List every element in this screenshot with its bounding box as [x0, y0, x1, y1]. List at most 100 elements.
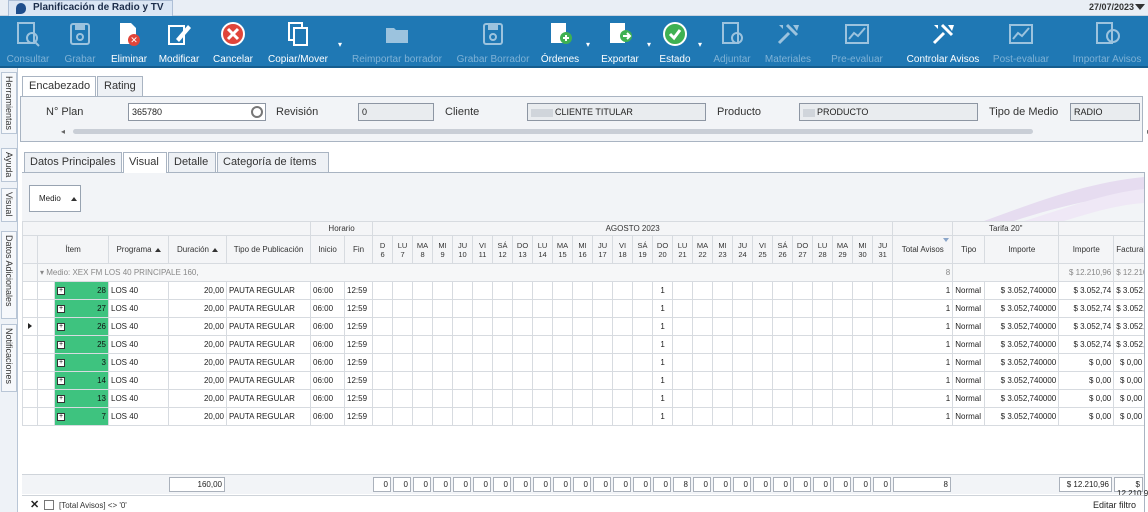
day-cell[interactable]	[632, 299, 654, 318]
duracion-cell[interactable]: 20,00	[168, 299, 227, 318]
day-cell[interactable]	[812, 407, 834, 426]
day-cell[interactable]	[792, 353, 814, 372]
day-cell[interactable]	[512, 335, 534, 354]
item-cell[interactable]: +28	[54, 281, 109, 300]
day-cell[interactable]	[852, 317, 874, 336]
day-cell[interactable]	[852, 371, 874, 390]
day-cell[interactable]	[872, 389, 894, 408]
day-cell[interactable]	[792, 335, 814, 354]
item-cell[interactable]: +25	[54, 335, 109, 354]
day-cell[interactable]	[552, 407, 574, 426]
scroll-left-icon[interactable]: ◂	[61, 127, 65, 136]
dropdown-arrow-icon[interactable]: ▾	[647, 40, 651, 49]
day-cell[interactable]	[452, 281, 474, 300]
day-cell[interactable]	[592, 371, 614, 390]
modificar-button[interactable]: Modificar	[155, 16, 203, 68]
day-cell[interactable]	[452, 317, 474, 336]
day-cell[interactable]	[712, 335, 734, 354]
tab-encabezado[interactable]: Encabezado	[22, 76, 96, 98]
row-indicator[interactable]	[22, 353, 38, 372]
row-indicator[interactable]	[22, 407, 38, 426]
day-cell[interactable]	[372, 353, 394, 372]
day-cell[interactable]	[712, 317, 734, 336]
day-cell[interactable]	[612, 299, 634, 318]
day-cell[interactable]	[492, 407, 514, 426]
day-cell[interactable]	[772, 281, 794, 300]
day-cell[interactable]	[632, 317, 654, 336]
fin-cell[interactable]: 12:59	[344, 335, 374, 354]
day-cell[interactable]	[612, 353, 634, 372]
day-cell[interactable]	[412, 353, 434, 372]
table-row[interactable]: +14 LOS 40 20,00 PAUTA REGULAR 06:00 12:59 1 1 N…	[22, 371, 1144, 390]
item-cell[interactable]: +27	[54, 299, 109, 318]
day-cell[interactable]	[512, 407, 534, 426]
table-row[interactable]: +25 LOS 40 20,00 PAUTA REGULAR 06:00 12:59 1 1 N…	[22, 335, 1144, 354]
side-tab-visual[interactable]: Visual	[1, 188, 17, 222]
tipo-cell[interactable]: Normal	[952, 389, 986, 408]
day-cell[interactable]	[852, 299, 874, 318]
day-cell[interactable]	[852, 407, 874, 426]
filter-enable-checkbox[interactable]	[44, 500, 54, 510]
day-cell[interactable]: 1	[652, 335, 674, 354]
day-cell[interactable]	[832, 353, 854, 372]
item-cell[interactable]: +7	[54, 407, 109, 426]
tipo-cell[interactable]: Normal	[952, 335, 986, 354]
duracion-cell[interactable]: 20,00	[168, 389, 227, 408]
column-header-item[interactable]: Ítem	[37, 235, 109, 264]
tipo-publicacion-cell[interactable]: PAUTA REGULAR	[225, 281, 312, 300]
column-header-fin[interactable]: Fin	[344, 235, 374, 264]
importe-tarifa-cell[interactable]: $ 3.052,740000	[984, 299, 1060, 318]
day-cell[interactable]	[572, 407, 594, 426]
item-cell[interactable]: +26	[54, 317, 109, 336]
day-cell[interactable]	[772, 389, 794, 408]
duracion-cell[interactable]: 20,00	[168, 335, 227, 354]
day-cell[interactable]	[492, 281, 514, 300]
day-cell[interactable]	[692, 335, 714, 354]
day-cell[interactable]	[792, 407, 814, 426]
column-header-day[interactable]: DO 13	[512, 235, 534, 264]
day-cell[interactable]: 1	[652, 389, 674, 408]
edit-filter-link[interactable]: Editar filtro	[1093, 500, 1136, 510]
day-cell[interactable]	[792, 317, 814, 336]
day-cell[interactable]	[432, 317, 454, 336]
day-cell[interactable]	[812, 281, 834, 300]
tab-categoria-items[interactable]: Categoría de ítems	[217, 152, 329, 172]
inicio-cell[interactable]: 06:00	[310, 335, 346, 354]
facturable-cell[interactable]: $ 0,00	[1113, 371, 1144, 390]
pre-evaluar-button[interactable]: Pre-evaluar	[827, 16, 887, 68]
materiales-button[interactable]: Materiales	[760, 16, 816, 68]
day-cell[interactable]	[552, 353, 574, 372]
cancelar-button[interactable]: Cancelar	[210, 16, 256, 68]
day-cell[interactable]	[512, 281, 534, 300]
day-cell[interactable]	[492, 299, 514, 318]
day-cell[interactable]	[852, 353, 874, 372]
day-cell[interactable]	[772, 317, 794, 336]
column-header-importe-tarifa[interactable]: Importe	[984, 235, 1060, 264]
day-cell[interactable]	[452, 407, 474, 426]
day-cell[interactable]: 1	[652, 281, 674, 300]
importe-cell[interactable]: $ 0,00	[1058, 407, 1115, 426]
day-cell[interactable]	[672, 353, 694, 372]
day-cell[interactable]	[872, 335, 894, 354]
day-cell[interactable]	[752, 389, 774, 408]
day-cell[interactable]	[632, 281, 654, 300]
importe-cell[interactable]: $ 3.052,74	[1058, 335, 1115, 354]
expand-row-icon[interactable]: +	[57, 377, 65, 385]
table-row[interactable]: +3 LOS 40 20,00 PAUTA REGULAR 06:00 12:59 1 1 No…	[22, 353, 1144, 372]
group-chip-medio[interactable]: Medio	[29, 185, 81, 212]
day-cell[interactable]	[772, 407, 794, 426]
day-cell[interactable]	[752, 299, 774, 318]
day-cell[interactable]	[712, 371, 734, 390]
day-cell[interactable]	[452, 335, 474, 354]
expand-row-icon[interactable]: +	[57, 395, 65, 403]
column-header-day[interactable]: LU 21	[672, 235, 694, 264]
programa-cell[interactable]: LOS 40	[108, 299, 169, 318]
importar-avisos-button[interactable]: Importar Avisos	[1067, 16, 1147, 68]
day-cell[interactable]	[392, 281, 414, 300]
day-cell[interactable]	[772, 299, 794, 318]
fin-cell[interactable]: 12:59	[344, 317, 374, 336]
day-cell[interactable]	[472, 335, 494, 354]
day-cell[interactable]	[372, 389, 394, 408]
tipo-cell[interactable]: Normal	[952, 371, 986, 390]
day-cell[interactable]	[752, 335, 774, 354]
